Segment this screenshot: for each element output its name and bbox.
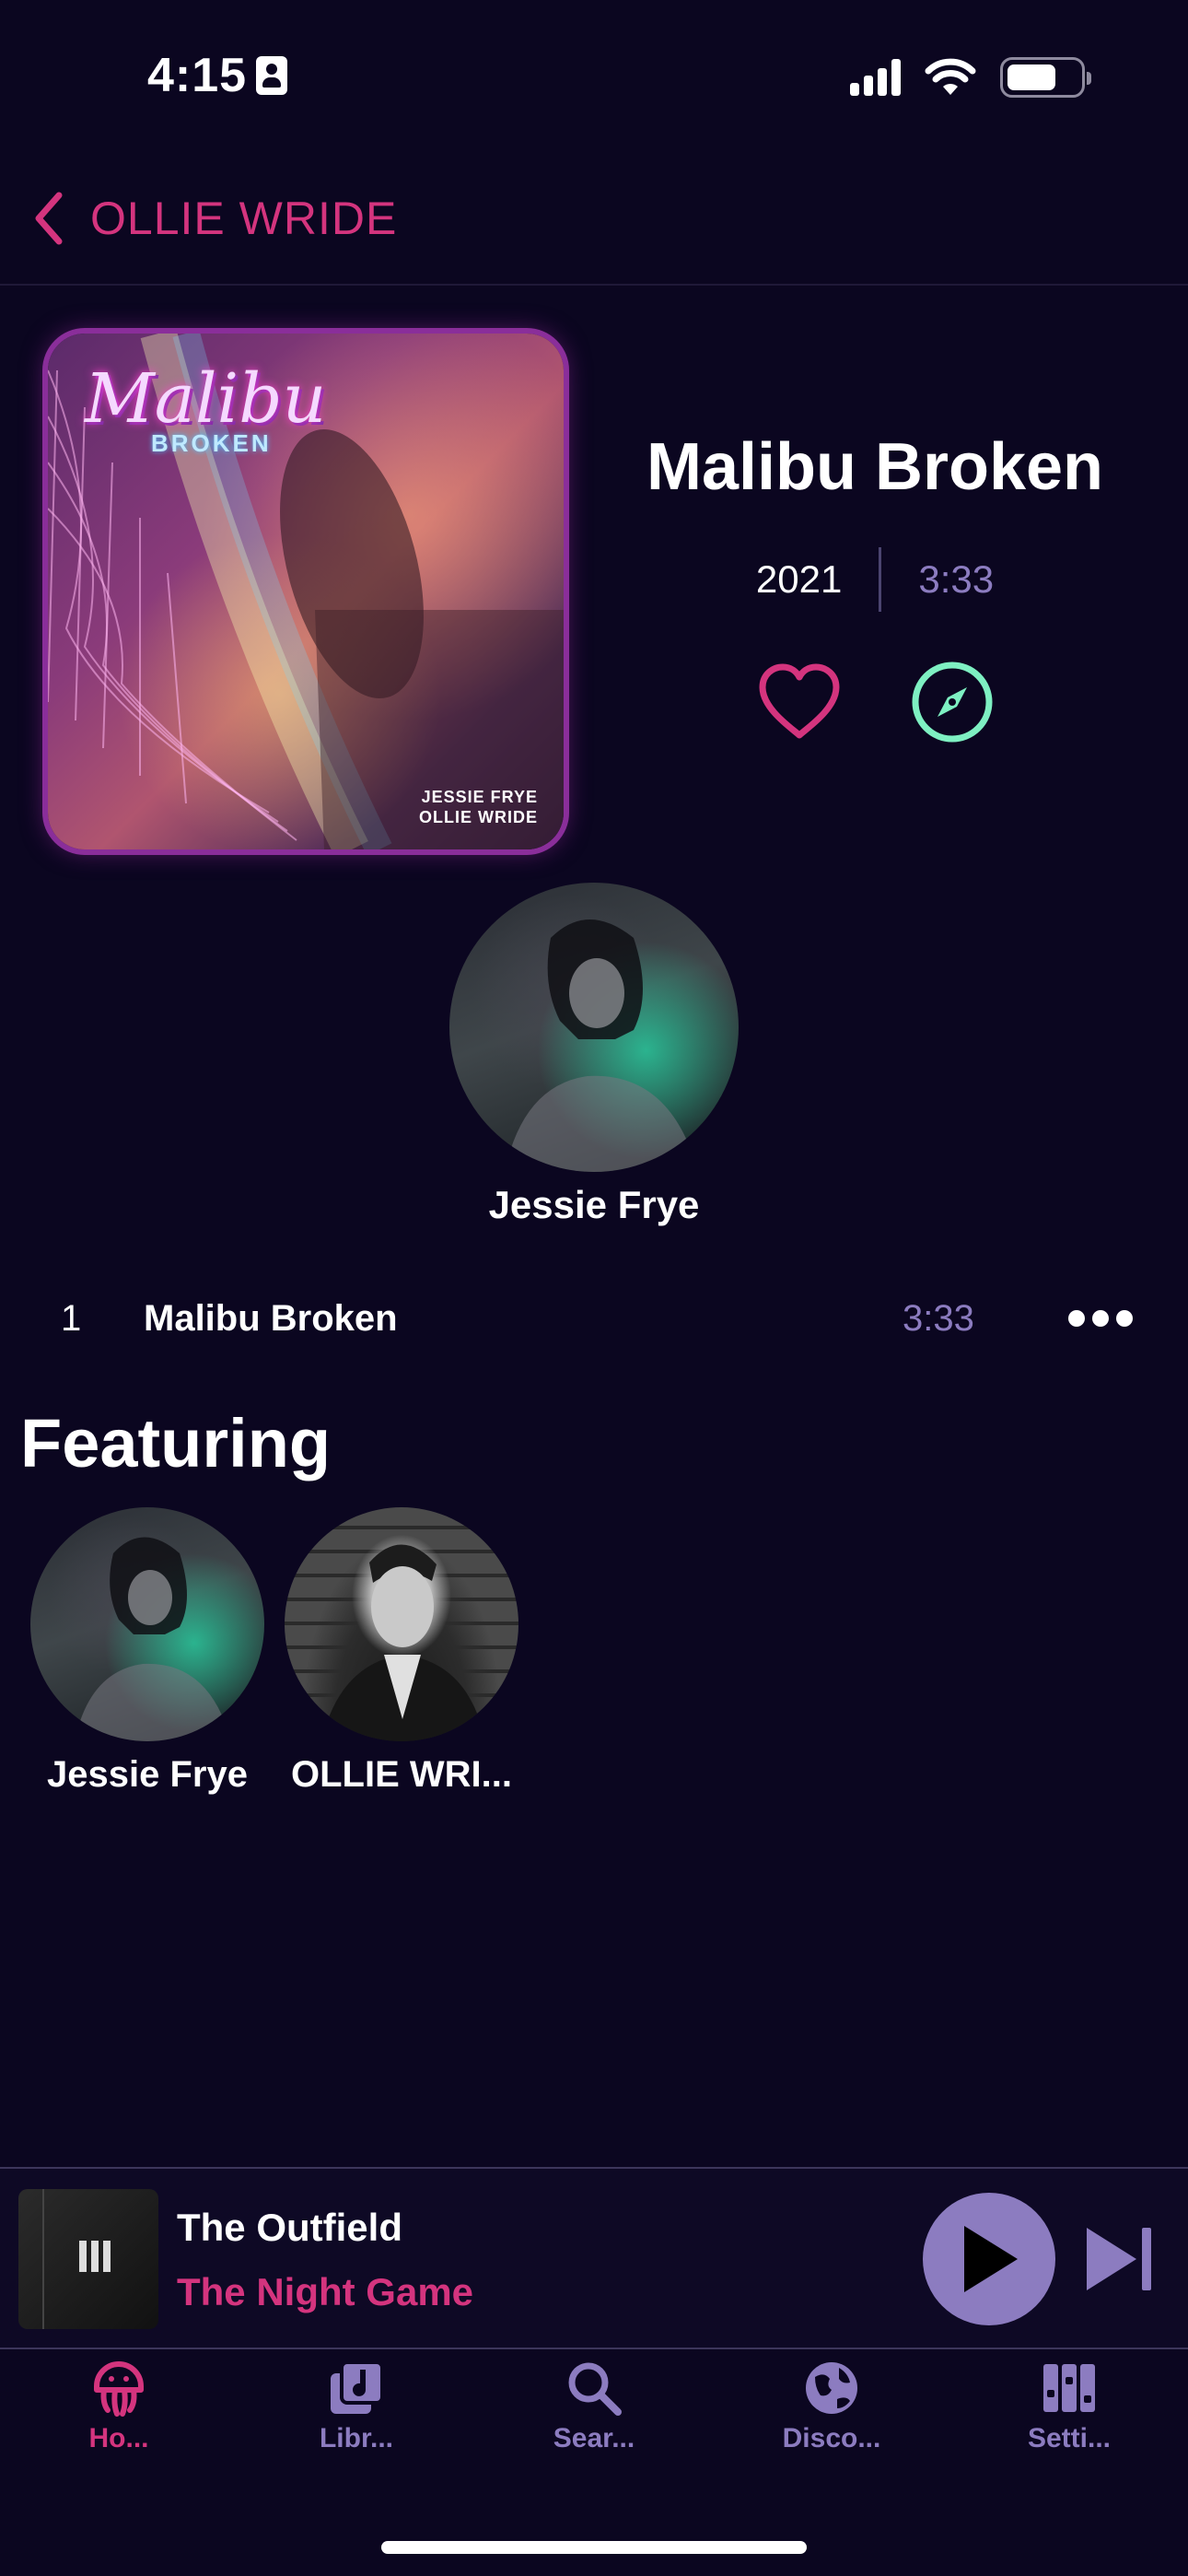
album-art-credit: JESSIE FRYE xyxy=(421,788,538,806)
featured-artist[interactable]: OLLIE WRI... xyxy=(282,1507,521,1796)
app-screen: 4:15 OLLIE WRIDE Malibu BROKEN JESSIE FR… xyxy=(0,0,1188,2576)
album-title: Malibu Broken xyxy=(646,430,1104,504)
now-playing-artwork xyxy=(18,2189,158,2329)
more-options-icon[interactable] xyxy=(1068,1310,1133,1327)
album-art-credit: OLLIE WRIDE xyxy=(419,808,538,826)
featured-artist-name: Jessie Frye xyxy=(47,1754,248,1795)
home-indicator[interactable] xyxy=(381,2541,807,2554)
header-divider xyxy=(0,284,1188,286)
jellyfish-home-icon xyxy=(94,2361,144,2417)
compass-icon xyxy=(912,662,993,743)
globe-icon xyxy=(806,2362,857,2414)
artist-silhouette xyxy=(505,919,698,1172)
player-divider xyxy=(0,2348,1188,2349)
play-icon xyxy=(964,2226,1018,2292)
id-badge-icon xyxy=(256,56,288,95)
chevron-left-icon xyxy=(35,192,63,245)
featured-artist[interactable]: Jessie Frye xyxy=(28,1507,267,1796)
mini-player[interactable]: The Outfield The Night Game xyxy=(0,2169,1188,2348)
tab-search[interactable]: Sear... xyxy=(475,2359,713,2469)
back-button-label: OLLIE WRIDE xyxy=(90,193,398,244)
settings-icon xyxy=(1043,2364,1095,2412)
tab-bar: Ho... Libr... Sear... Disco... Setti... xyxy=(0,2359,1188,2469)
tab-settings[interactable]: Setti... xyxy=(950,2359,1188,2469)
album-duration: 3:33 xyxy=(918,557,995,601)
track-title: Malibu Broken xyxy=(144,1297,398,1339)
now-playing-artist: The Outfield xyxy=(177,2206,402,2249)
tab-label: Sear... xyxy=(553,2423,635,2453)
next-button[interactable] xyxy=(1083,2222,1157,2301)
track-row[interactable]: 1 Malibu Broken 3:33 xyxy=(0,1286,1188,1351)
tab-label: Setti... xyxy=(1027,2423,1111,2453)
album-artwork: Malibu BROKEN JESSIE FRYE OLLIE WRIDE xyxy=(48,334,564,849)
tab-library[interactable]: Libr... xyxy=(238,2359,475,2469)
wifi-icon xyxy=(925,58,976,95)
favorite-button[interactable] xyxy=(755,658,844,746)
album-art-title: Malibu xyxy=(85,359,327,439)
status-bar-indicators xyxy=(850,57,1091,98)
back-button[interactable]: OLLIE WRIDE xyxy=(33,192,397,245)
discover-button[interactable] xyxy=(908,658,996,746)
album-actions xyxy=(755,658,996,746)
album-meta: 2021 3:33 xyxy=(608,547,1142,612)
tab-label: Ho... xyxy=(88,2423,149,2453)
signal-icon xyxy=(850,59,901,96)
skip-forward-icon xyxy=(1087,2228,1151,2290)
search-icon xyxy=(568,2362,622,2416)
featured-artist-photo xyxy=(285,1507,518,1741)
album-art-credits: JESSIE FRYE OLLIE WRIDE xyxy=(419,787,538,827)
featuring-heading: Featuring xyxy=(20,1405,332,1481)
artist-name[interactable]: Jessie Frye xyxy=(0,1183,1188,1227)
artist-photo[interactable] xyxy=(449,883,739,1172)
album-year: 2021 xyxy=(755,557,843,601)
meta-divider xyxy=(879,547,882,612)
track-number: 1 xyxy=(61,1297,82,1339)
play-button[interactable] xyxy=(923,2193,1055,2325)
tab-label: Disco... xyxy=(782,2423,881,2453)
battery-icon xyxy=(1000,57,1091,98)
status-bar-time: 4:15 xyxy=(147,48,288,103)
track-duration: 3:33 xyxy=(903,1297,974,1339)
tab-label: Libr... xyxy=(319,2423,393,2453)
tab-home[interactable]: Ho... xyxy=(0,2359,238,2469)
featured-artist-name: OLLIE WRI... xyxy=(291,1754,512,1795)
album-art-subtitle: BROKEN xyxy=(151,429,272,457)
clock-label: 4:15 xyxy=(147,49,248,102)
heart-icon xyxy=(759,663,840,739)
library-icon xyxy=(331,2360,384,2414)
featured-artist-photo xyxy=(30,1507,264,1741)
tab-discover[interactable]: Disco... xyxy=(713,2359,950,2469)
now-playing-track: The Night Game xyxy=(177,2270,474,2313)
